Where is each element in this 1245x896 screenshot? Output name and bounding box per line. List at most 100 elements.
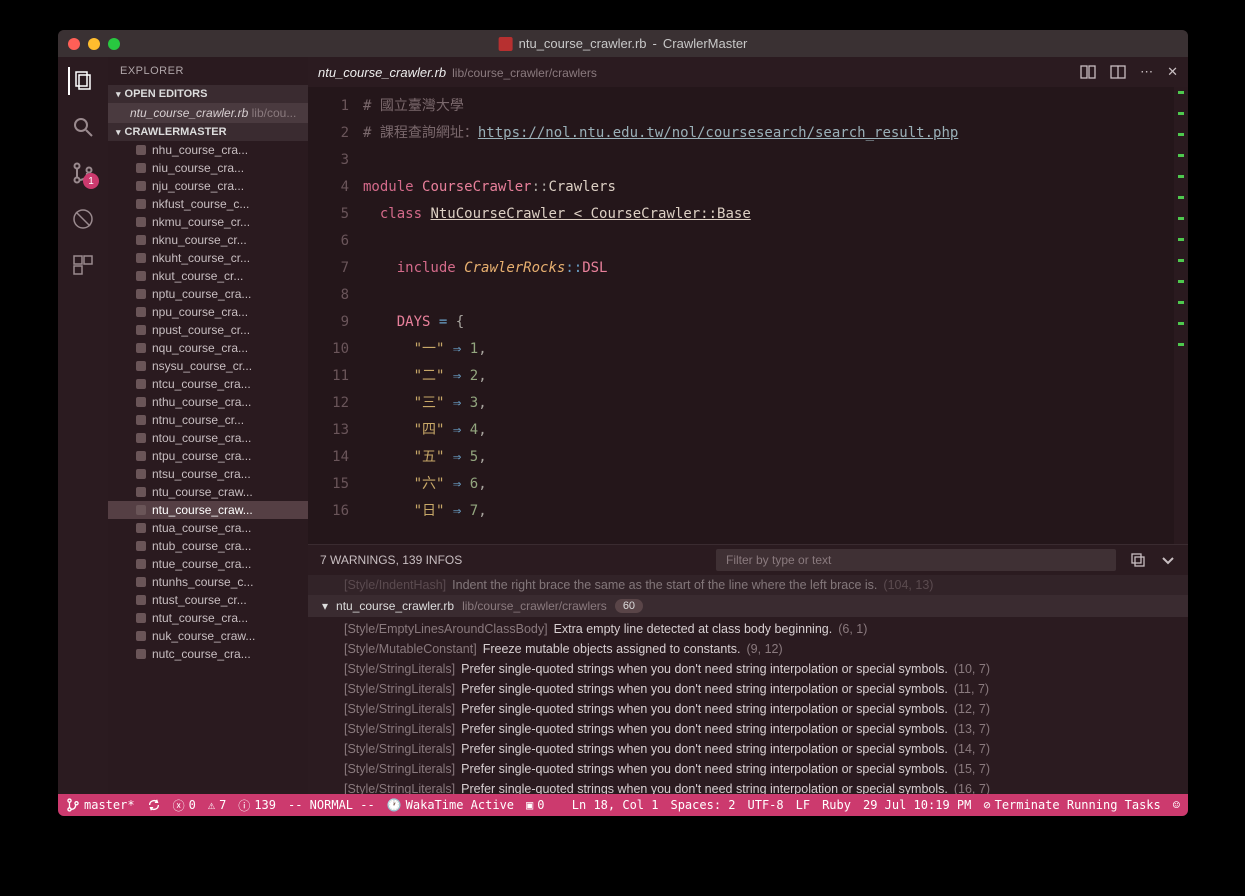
ruby-file-icon [136, 577, 146, 587]
problem-item[interactable]: [Style/StringLiterals] Prefer single-quo… [308, 679, 1188, 699]
ruby-file-icon [136, 469, 146, 479]
problem-item[interactable]: [Style/MutableConstant] Freeze mutable o… [308, 639, 1188, 659]
file-item[interactable]: npust_course_cr... [108, 321, 308, 339]
ruby-file-icon [136, 217, 146, 227]
file-item[interactable]: nkfust_course_c... [108, 195, 308, 213]
encoding-status[interactable]: UTF-8 [748, 798, 784, 812]
ruby-file-icon [136, 289, 146, 299]
indentation-status[interactable]: Spaces: 2 [670, 798, 735, 812]
minimize-window-button[interactable] [88, 38, 100, 50]
file-item[interactable]: nkmu_course_cr... [108, 213, 308, 231]
close-window-button[interactable] [68, 38, 80, 50]
file-item[interactable]: nknu_course_cr... [108, 231, 308, 249]
file-item[interactable]: nptu_course_cra... [108, 285, 308, 303]
window-title: ntu_course_crawler.rb - CrawlerMaster [499, 36, 748, 51]
terminate-tasks-status[interactable]: ⊘ Terminate Running Tasks [983, 798, 1160, 812]
warning-count-status[interactable]: ⚠ 7 [208, 798, 226, 812]
ruby-file-icon [136, 631, 146, 641]
ruby-file-icon [136, 199, 146, 209]
file-item[interactable]: nkut_course_cr... [108, 267, 308, 285]
ruby-file-icon [136, 325, 146, 335]
explorer-tab-icon[interactable] [68, 67, 96, 95]
open-editor-item[interactable]: ntu_course_crawler.rb lib/cou... [108, 103, 308, 123]
problem-item[interactable]: [Style/EmptyLinesAroundClassBody] Extra … [308, 619, 1188, 639]
file-item-label: nptu_course_cra... [152, 287, 251, 301]
project-section[interactable]: CRAWLERMASTER [108, 123, 308, 141]
file-item-label: nkmu_course_cr... [152, 215, 250, 229]
zoom-window-button[interactable] [108, 38, 120, 50]
file-item[interactable]: ntua_course_cra... [108, 519, 308, 537]
close-tab-icon[interactable]: ✕ [1167, 64, 1178, 80]
wakatime-status[interactable]: 🕐 WakaTime Active [387, 798, 514, 812]
info-count-status[interactable]: ⓘ 139 [238, 797, 276, 814]
problem-item[interactable]: [Style/StringLiterals] Prefer single-quo… [308, 699, 1188, 719]
collapse-all-icon[interactable] [1130, 552, 1146, 568]
file-item[interactable]: npu_course_cra... [108, 303, 308, 321]
eol-status[interactable]: LF [796, 798, 810, 812]
problem-item[interactable]: [Style/StringLiterals] Prefer single-quo… [308, 719, 1188, 739]
ruby-file-icon [136, 343, 146, 353]
file-item-label: nqu_course_cra... [152, 341, 248, 355]
file-item[interactable]: ntu_course_craw... [108, 501, 308, 519]
more-actions-icon[interactable]: ⋯ [1140, 64, 1153, 80]
file-item[interactable]: ntunhs_course_c... [108, 573, 308, 591]
git-sync-status[interactable] [147, 798, 161, 812]
split-editor-icon[interactable] [1110, 64, 1126, 80]
file-item[interactable]: nutc_course_cra... [108, 645, 308, 663]
ruby-file-icon [136, 613, 146, 623]
file-item[interactable]: ntue_course_cra... [108, 555, 308, 573]
file-item-label: ntou_course_cra... [152, 431, 251, 445]
problem-item-faded[interactable]: [Style/IndentHash] Indent the right brac… [308, 575, 1188, 595]
file-item-label: ntpu_course_cra... [152, 449, 251, 463]
file-item-label: npust_course_cr... [152, 323, 250, 337]
source-control-tab-icon[interactable]: 1 [69, 159, 97, 187]
git-branch-status[interactable]: master* [66, 798, 135, 812]
file-item[interactable]: ntust_course_cr... [108, 591, 308, 609]
cursor-position-status[interactable]: Ln 18, Col 1 [572, 798, 659, 812]
file-item[interactable]: nju_course_cra... [108, 177, 308, 195]
split-diff-icon[interactable] [1080, 64, 1096, 80]
file-item-label: ntsu_course_cra... [152, 467, 251, 481]
problems-file-header[interactable]: ▾ ntu_course_crawler.rb lib/course_crawl… [308, 595, 1188, 617]
search-tab-icon[interactable] [69, 113, 97, 141]
editor-tab-bar: ntu_course_crawler.rb lib/course_crawler… [308, 57, 1188, 87]
file-item[interactable]: nqu_course_cra... [108, 339, 308, 357]
language-status[interactable]: Ruby [822, 798, 851, 812]
tabs-status[interactable]: ▣ 0 [526, 798, 544, 812]
file-item[interactable]: nthu_course_cra... [108, 393, 308, 411]
code-content[interactable]: # 國立臺灣大學 # 課程查詢網址：https://nol.ntu.edu.tw… [363, 87, 1174, 544]
problem-item[interactable]: [Style/StringLiterals] Prefer single-quo… [308, 779, 1188, 794]
open-editors-section[interactable]: OPEN EDITORS [108, 85, 308, 103]
debug-tab-icon[interactable] [69, 205, 97, 233]
problem-item[interactable]: [Style/StringLiterals] Prefer single-quo… [308, 759, 1188, 779]
activity-bar: 1 [58, 57, 108, 794]
line-gutter: 12345678910111213141516 [308, 87, 363, 544]
file-item[interactable]: nuk_course_craw... [108, 627, 308, 645]
file-item[interactable]: nkuht_course_cr... [108, 249, 308, 267]
problem-item[interactable]: [Style/StringLiterals] Prefer single-quo… [308, 659, 1188, 679]
problem-item[interactable]: [Style/StringLiterals] Prefer single-quo… [308, 739, 1188, 759]
file-item[interactable]: ntcu_course_cra... [108, 375, 308, 393]
error-count-status[interactable]: ⓧ 0 [173, 797, 196, 814]
file-item[interactable]: ntu_course_craw... [108, 483, 308, 501]
code-editor[interactable]: 12345678910111213141516 # 國立臺灣大學 # 課程查詢網… [308, 87, 1188, 544]
status-bar: master* ⓧ 0 ⚠ 7 ⓘ 139 -- NORMAL -- 🕐 Wak… [58, 794, 1188, 816]
chevron-down-icon[interactable] [1160, 552, 1176, 568]
file-item[interactable]: ntub_course_cra... [108, 537, 308, 555]
file-item[interactable]: ntpu_course_cra... [108, 447, 308, 465]
feedback-icon[interactable]: ☺ [1173, 798, 1180, 812]
problems-filter-input[interactable] [716, 549, 1116, 571]
file-item[interactable]: ntou_course_cra... [108, 429, 308, 447]
extensions-tab-icon[interactable] [69, 251, 97, 279]
file-list: nhu_course_cra...niu_course_cra...nju_co… [108, 141, 308, 794]
ruby-file-icon [136, 523, 146, 533]
minimap[interactable] [1174, 87, 1188, 544]
file-item[interactable]: nsysu_course_cr... [108, 357, 308, 375]
file-item[interactable]: nhu_course_cra... [108, 141, 308, 159]
file-item[interactable]: ntsu_course_cra... [108, 465, 308, 483]
active-tab[interactable]: ntu_course_crawler.rb lib/course_crawler… [318, 65, 597, 80]
file-item[interactable]: ntnu_course_cr... [108, 411, 308, 429]
file-item[interactable]: niu_course_cra... [108, 159, 308, 177]
file-item[interactable]: ntut_course_cra... [108, 609, 308, 627]
problems-summary: 7 WARNINGS, 139 INFOS [320, 553, 462, 567]
